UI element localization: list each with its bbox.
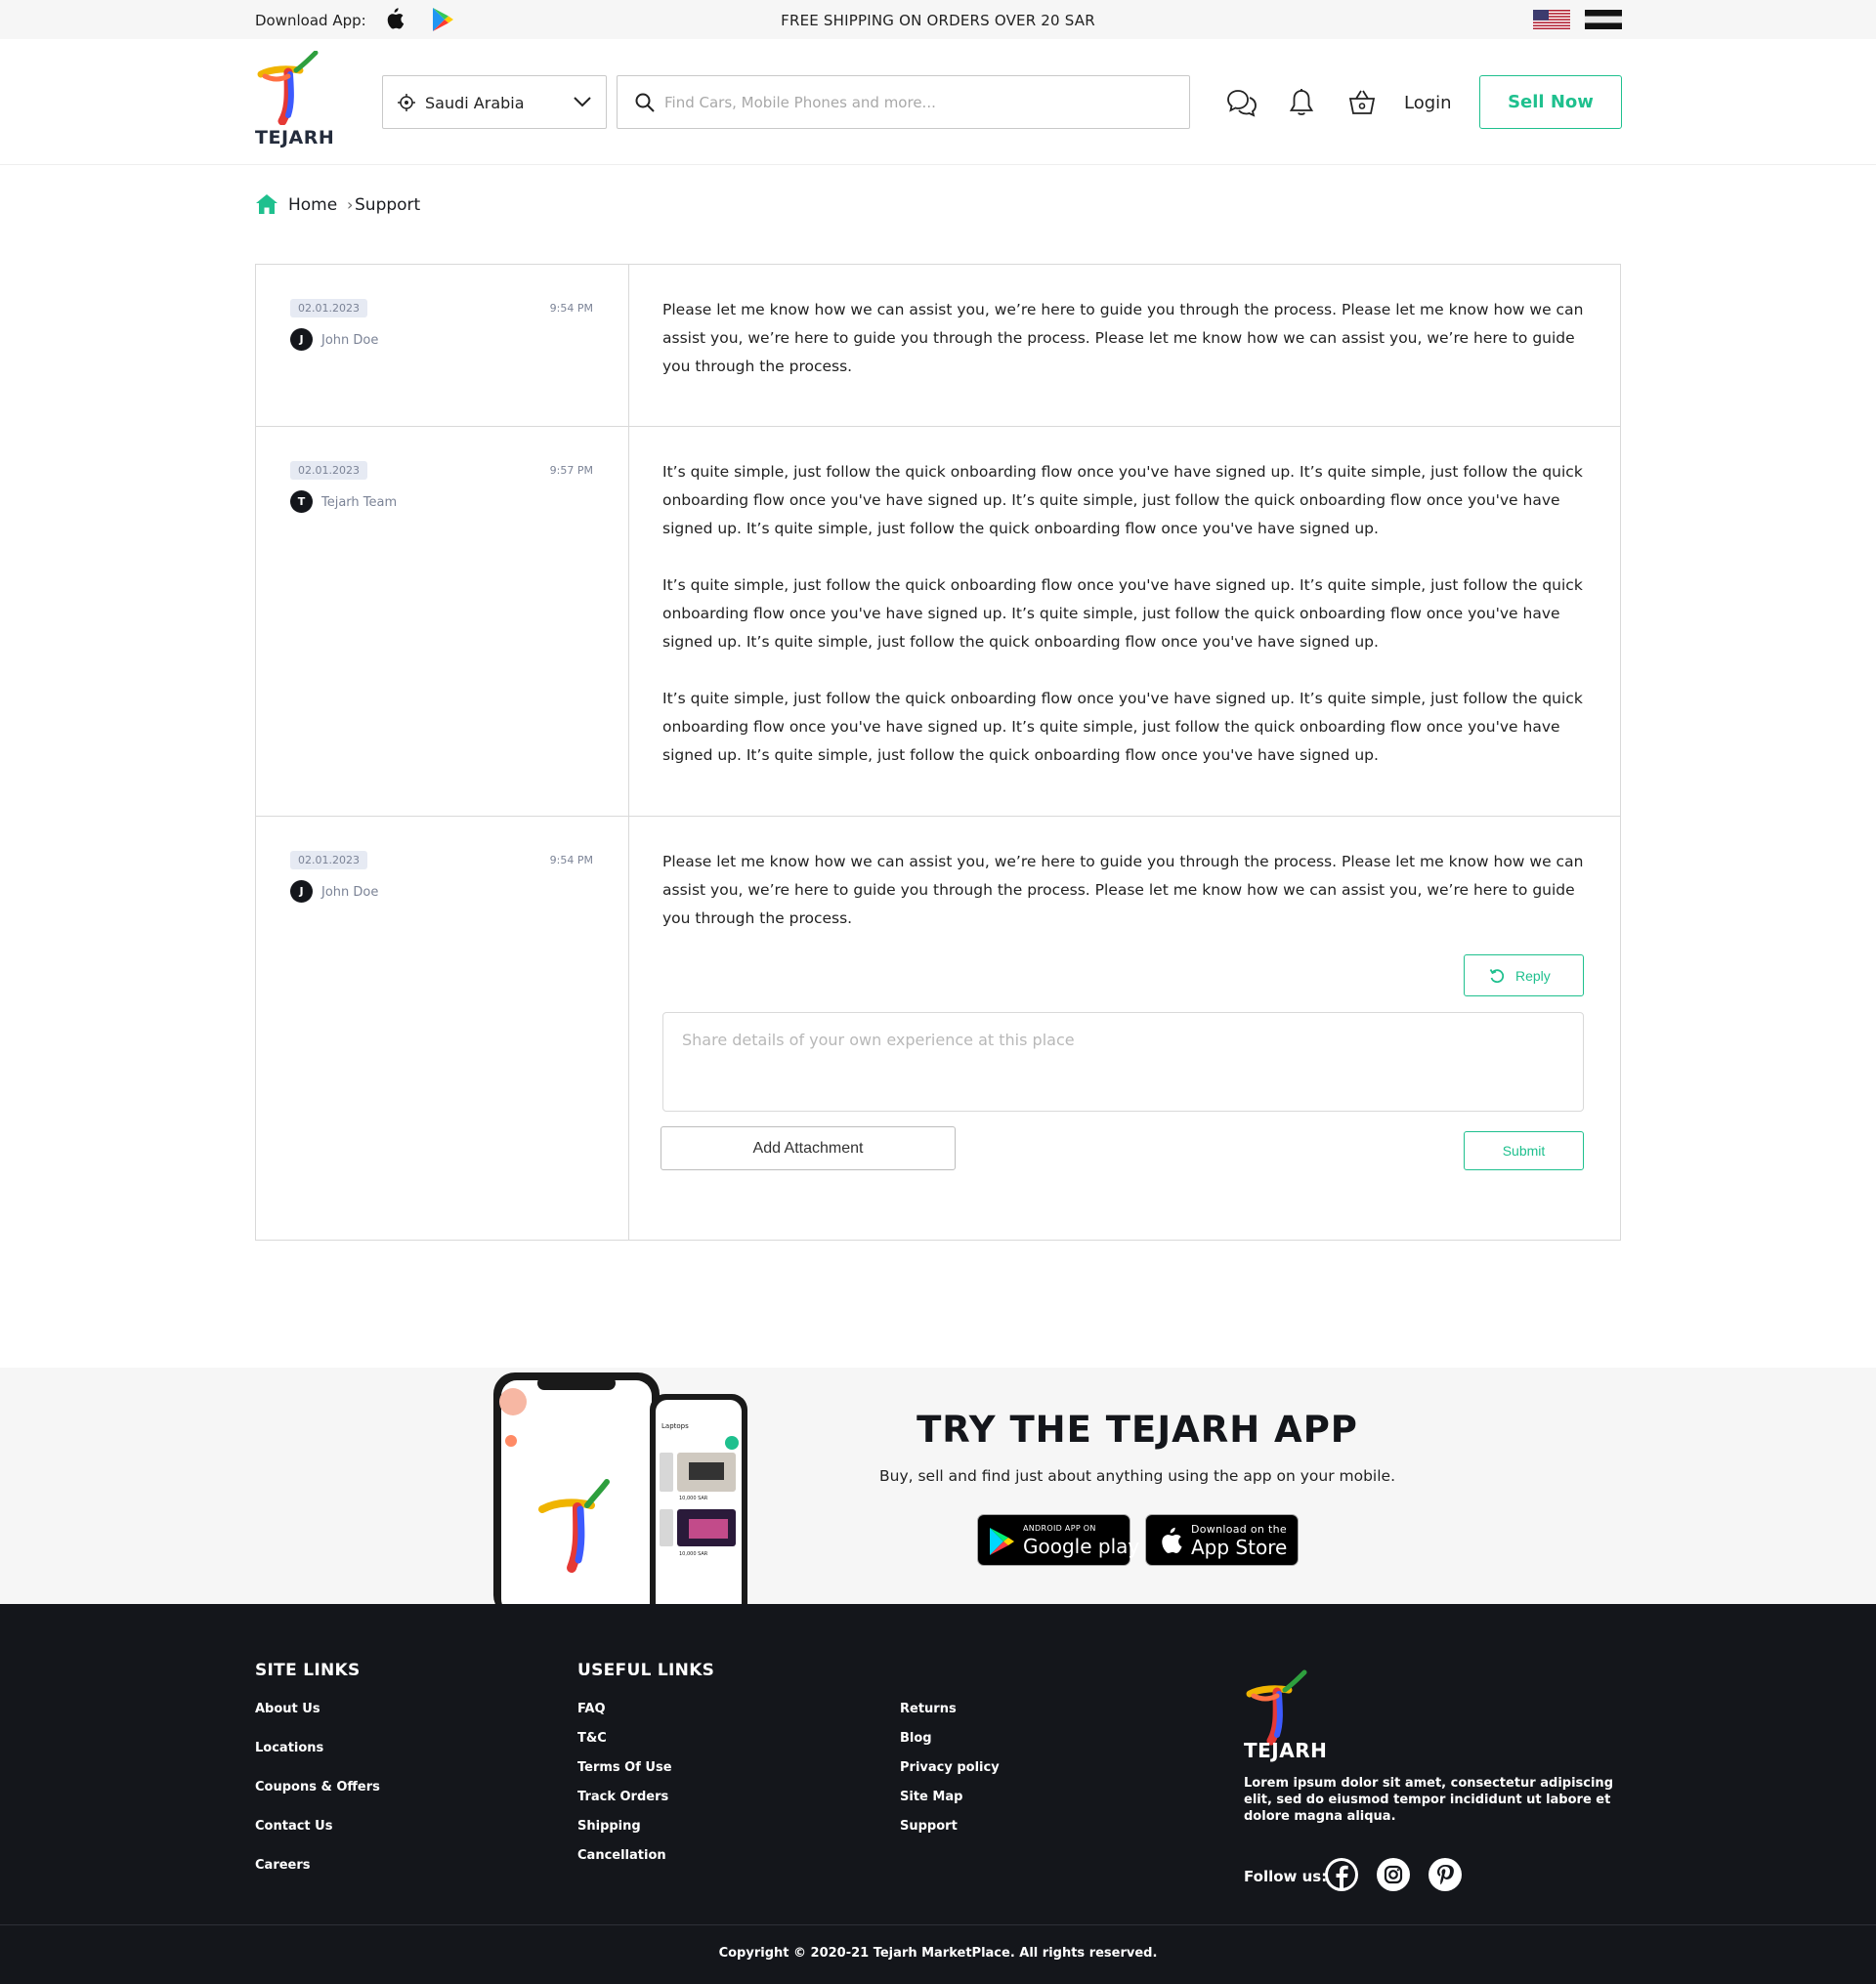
us-flag-icon[interactable]: [1533, 10, 1570, 29]
message-paragraph: Please let me know how we can assist you…: [662, 301, 1584, 375]
message-paragraph: Please let me know how we can assist you…: [662, 853, 1584, 927]
site-links-title: SITE LINKS: [255, 1661, 361, 1680]
instagram-icon[interactable]: [1377, 1858, 1410, 1891]
google-play-badge[interactable]: ANDROID APP ON Google play: [977, 1514, 1139, 1566]
footer-link-track-orders[interactable]: Track Orders: [577, 1790, 668, 1804]
avatar: T: [290, 490, 313, 513]
tejarh-logo[interactable]: TEJARH: [255, 50, 338, 148]
message-author: John Doe: [321, 885, 379, 900]
footer-link-about-us[interactable]: About Us: [255, 1702, 320, 1716]
copyright-text: Copyright © 2020-21 Tejarh MarketPlace. …: [718, 1946, 1158, 1961]
footer-link-coupons[interactable]: Coupons & Offers: [255, 1780, 380, 1794]
message-paragraph: It’s quite simple, just follow the quick…: [662, 690, 1583, 764]
google-play-large-text: Google play: [1023, 1535, 1140, 1558]
follow-us-label: Follow us:: [1244, 1868, 1328, 1885]
app-promo-section: Laptops 10,000 SAR 10,000 SAR TRY THE TE…: [0, 1368, 1876, 1604]
basket-icon[interactable]: [1346, 87, 1378, 118]
message-date: 02.01.2023: [290, 851, 367, 869]
arabic-flag-icon[interactable]: [1585, 10, 1622, 29]
phone-price-1: 10,000 SAR: [679, 1496, 708, 1501]
message-meta: 02.01.2023 9:54 PM J John Doe: [290, 299, 593, 358]
reply-textarea-wrapper: [662, 1012, 1584, 1112]
search-input[interactable]: [664, 92, 1172, 113]
footer-link-cancellation[interactable]: Cancellation: [577, 1848, 666, 1863]
message-time: 9:54 PM: [549, 854, 593, 866]
breadcrumb-home[interactable]: Home: [288, 195, 337, 215]
country-select[interactable]: Saudi Arabia: [382, 75, 607, 129]
add-attachment-button[interactable]: Add Attachment: [661, 1126, 956, 1170]
footer-description: Lorem ipsum dolor sit amet, consectetur …: [1244, 1776, 1613, 1824]
reply-undo-icon: [1489, 969, 1505, 984]
reply-label: Reply: [1515, 968, 1551, 984]
phone-price-2: 10,000 SAR: [679, 1551, 708, 1557]
message-date: 02.01.2023: [290, 299, 367, 317]
google-play-icon: [990, 1528, 1014, 1555]
footer-brand-name: TEJARH: [1244, 1739, 1328, 1762]
app-store-large-text: App Store: [1191, 1536, 1288, 1559]
tejarh-logo-mark-icon: [257, 50, 319, 126]
app-store-badge[interactable]: Download on the App Store: [1145, 1514, 1299, 1566]
country-select-value: Saudi Arabia: [425, 94, 525, 112]
search-bar[interactable]: [617, 75, 1190, 129]
thread-divider-vertical: [628, 265, 629, 1240]
app-promo-title: TRY THE TEJARH APP: [917, 1409, 1358, 1451]
message-paragraph: It’s quite simple, just follow the quick…: [662, 463, 1583, 537]
footer-link-returns[interactable]: Returns: [900, 1702, 957, 1716]
footer-link-terms-of-use[interactable]: Terms Of Use: [577, 1760, 672, 1775]
top-bar: Download App: FREE SHIPPING ON ORDERS OV…: [0, 0, 1876, 39]
message-author: Tejarh Team: [321, 495, 398, 510]
sell-now-button[interactable]: Sell Now: [1479, 75, 1622, 129]
avatar: J: [290, 880, 313, 903]
avatar: J: [290, 328, 313, 351]
phone-screen-label: Laptops: [661, 1422, 689, 1430]
search-icon: [635, 93, 655, 112]
brand-name: TEJARH: [255, 127, 335, 148]
google-play-small-text: ANDROID APP ON: [1023, 1524, 1096, 1533]
message-body: Please let me know how we can assist you…: [662, 848, 1591, 961]
chevron-down-icon: [574, 97, 591, 107]
site-footer: SITE LINKS About Us Locations Coupons & …: [0, 1604, 1876, 1984]
breadcrumb-current: Support: [355, 195, 421, 215]
reply-button[interactable]: Reply: [1464, 954, 1584, 996]
phone-mockup-image: Laptops 10,000 SAR 10,000 SAR: [493, 1372, 747, 1604]
message-paragraph: It’s quite simple, just follow the quick…: [662, 576, 1583, 651]
submit-button[interactable]: Submit: [1464, 1131, 1584, 1170]
message-time: 9:57 PM: [549, 464, 593, 477]
support-thread: 02.01.2023 9:54 PM J John Doe Please let…: [255, 264, 1621, 1241]
facebook-icon[interactable]: [1325, 1858, 1358, 1891]
footer-link-privacy-policy[interactable]: Privacy policy: [900, 1760, 1000, 1775]
reply-textarea[interactable]: [663, 1013, 1583, 1111]
footer-link-shipping[interactable]: Shipping: [577, 1819, 641, 1834]
pinterest-icon[interactable]: [1428, 1858, 1462, 1891]
message-date: 02.01.2023: [290, 461, 367, 480]
footer-link-careers[interactable]: Careers: [255, 1858, 311, 1873]
chat-icon[interactable]: [1226, 87, 1258, 118]
footer-divider: [0, 1924, 1876, 1925]
apple-icon: [1162, 1527, 1182, 1553]
app-store-small-text: Download on the: [1191, 1523, 1287, 1536]
login-link[interactable]: Login: [1404, 93, 1452, 113]
message-author: John Doe: [321, 333, 379, 348]
message-meta: 02.01.2023 9:57 PM T Tejarh Team: [290, 461, 593, 520]
useful-links-title: USEFUL LINKS: [577, 1661, 715, 1680]
footer-link-site-map[interactable]: Site Map: [900, 1790, 962, 1804]
location-target-icon: [398, 94, 415, 111]
message-meta: 02.01.2023 9:54 PM J John Doe: [290, 851, 593, 909]
footer-link-blog[interactable]: Blog: [900, 1731, 932, 1746]
footer-link-support[interactable]: Support: [900, 1819, 958, 1834]
message-time: 9:54 PM: [549, 302, 593, 315]
footer-link-faq[interactable]: FAQ: [577, 1702, 606, 1716]
thread-divider: [256, 426, 1620, 427]
home-icon[interactable]: [255, 193, 278, 215]
bell-icon[interactable]: [1286, 87, 1317, 118]
message-body: It’s quite simple, just follow the quick…: [662, 458, 1591, 798]
breadcrumb-separator: ›: [347, 195, 354, 214]
footer-link-tnc[interactable]: T&C: [577, 1731, 607, 1746]
app-promo-subtitle: Buy, sell and find just about anything u…: [879, 1467, 1395, 1485]
message-body: Please let me know how we can assist you…: [662, 296, 1591, 409]
thread-divider: [256, 816, 1620, 817]
footer-link-contact-us[interactable]: Contact Us: [255, 1819, 332, 1834]
footer-link-locations[interactable]: Locations: [255, 1741, 323, 1755]
